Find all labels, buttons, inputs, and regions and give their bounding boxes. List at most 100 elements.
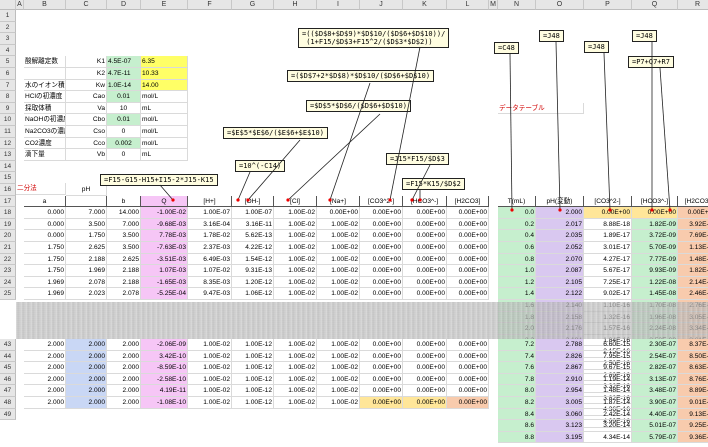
table-cell[interactable]: 2.910 [536,373,584,386]
table-cell[interactable]: 2.052 [536,242,584,254]
bisect-cell[interactable]: 1.00E-02 [188,350,232,363]
bisect-cell[interactable]: 1.20E-12 [232,276,274,289]
bisect-cell[interactable]: 1.00E-02 [317,362,360,374]
table-cell[interactable]: 1.48E-14 [584,385,632,397]
bisect-cell[interactable]: 0.00E+00 [360,207,403,219]
table-cell[interactable]: 1.82E-09 [632,218,678,231]
param-label[interactable]: Na2CO3の濃度 [24,126,66,138]
bisect-cell[interactable]: 0.00E+00 [403,230,447,242]
bisect-cell[interactable]: 1.00E-02 [274,350,317,363]
table-cell[interactable]: 8.88E-18 [584,218,632,231]
bisect-cell[interactable]: 2.625 [107,253,141,266]
row-header-2[interactable]: 2 [0,21,16,34]
param-key[interactable]: K2 [66,68,107,80]
bisect-cell[interactable]: 0.00E+00 [403,397,447,409]
table-cell[interactable]: 4.40E-07 [632,408,678,421]
table-cell[interactable]: 7.2 [498,339,536,351]
bisect-cell[interactable]: 2.188 [107,265,141,277]
table-cell[interactable]: 2.867 [536,362,584,374]
table-cell[interactable]: 7.69E-05 [678,230,708,242]
table-cell[interactable]: 0.8 [498,253,536,266]
bisect-cell[interactable]: 2.000 [66,397,107,409]
bisect-cell[interactable]: 14.000 [107,207,141,219]
bisect-cell[interactable]: 0.00E+00 [447,253,489,266]
bisect-cell[interactable]: 2.000 [107,385,141,397]
table-cell[interactable]: 7.25E-17 [584,276,632,289]
param-label[interactable] [24,68,66,80]
param-right[interactable]: mL [141,149,188,161]
bisect-cell[interactable]: 1.00E-12 [232,339,274,351]
table-cell[interactable]: 2.826 [536,350,584,363]
table-cell[interactable]: 8.37E-04 [678,339,708,351]
column-header-G[interactable]: G [232,0,274,10]
table-cell[interactable]: 3.01E-17 [584,242,632,254]
column-header-I[interactable]: I [317,0,360,10]
row-header-49[interactable]: 49 [0,408,16,421]
bisect-cell[interactable]: 8.35E-03 [188,276,232,289]
bisect-cell[interactable]: 1.00E-02 [274,242,317,254]
param-right[interactable]: mL [141,102,188,115]
bisect-cell[interactable]: 0.00E+00 [360,288,403,300]
table-cell[interactable]: 1.2 [498,276,536,289]
table-cell[interactable]: 5.70E-09 [632,242,678,254]
table-cell[interactable]: 0.6 [498,242,536,254]
table-cell[interactable]: 4.34E-14 [584,431,632,444]
bisect-cell[interactable]: 1.00E-12 [232,362,274,374]
column-header-C[interactable]: C [66,0,107,10]
param-value[interactable]: 0 [107,126,141,138]
param-key[interactable]: Cco [66,137,107,150]
bisect-cell[interactable]: 0.000 [24,207,66,219]
table-cell[interactable]: 8.63E-04 [678,362,708,374]
row-header-23[interactable]: 23 [0,265,16,277]
param-value[interactable]: 4.5E-07 [107,56,141,68]
param-right[interactable]: 14.00 [141,79,188,92]
table-cell[interactable]: 3.90E-07 [632,397,678,409]
title-bisection[interactable]: 二分法 [16,183,66,195]
table-cell[interactable]: 8.6 [498,420,536,432]
bisect-cell[interactable]: 2.000 [66,385,107,397]
param-key[interactable]: Vb [66,149,107,161]
header-q[interactable]: Q [141,195,188,208]
table-cell[interactable]: 8.50E-04 [678,350,708,363]
row-header-3[interactable]: 3 [0,33,16,45]
header-right-co3[interactable]: [CO3^2-] [584,195,632,208]
bisect-cell[interactable]: 1.07E-02 [188,265,232,277]
bisect-cell[interactable]: 3.42E-10 [141,350,188,363]
table-cell[interactable]: 3.13E-07 [632,373,678,386]
table-cell[interactable]: 1.87E-14 [584,397,632,409]
bisect-cell[interactable]: 2.078 [107,288,141,300]
row-header-12[interactable]: 12 [0,137,16,150]
row-header-21[interactable]: 21 [0,242,16,254]
header-hco3[interactable]: [HCO3^-] [403,195,447,208]
bisect-cell[interactable]: 2.000 [107,373,141,386]
param-right[interactable]: mol/L [141,137,188,150]
table-cell[interactable]: 7.6 [498,362,536,374]
bisect-cell[interactable]: -3.51E-03 [141,253,188,266]
bisect-cell[interactable]: 1.00E-12 [232,373,274,386]
bisect-cell[interactable]: 1.00E-02 [188,385,232,397]
table-cell[interactable]: 1.0 [498,265,536,277]
table-cell[interactable]: 8.0 [498,385,536,397]
bisect-cell[interactable]: 1.969 [24,276,66,289]
bisect-cell[interactable]: 1.00E-02 [317,397,360,409]
bisect-cell[interactable]: 1.00E-02 [188,373,232,386]
bisect-cell[interactable]: 3.500 [66,218,107,231]
bisect-cell[interactable]: 0.00E+00 [403,373,447,386]
bisect-cell[interactable]: -2.58E-10 [141,373,188,386]
column-header-J[interactable]: J [360,0,403,10]
bisect-cell[interactable]: 0.00E+00 [447,207,489,219]
bisect-cell[interactable]: 1.00E-02 [274,230,317,242]
param-value[interactable]: 0.01 [107,114,141,126]
row-header-9[interactable]: 9 [0,102,16,115]
table-cell[interactable]: 2.788 [536,339,584,351]
column-header-L[interactable]: L [447,0,489,10]
bisect-cell[interactable]: 1.00E-02 [274,288,317,300]
row-header-47[interactable]: 47 [0,385,16,397]
param-key[interactable]: Cao [66,91,107,103]
bisect-cell[interactable]: 2.000 [24,350,66,363]
header-h[interactable]: [H+] [188,195,232,208]
column-header-B[interactable]: B [24,0,66,10]
column-header-F[interactable]: F [188,0,232,10]
table-cell[interactable]: 9.36E-04 [678,431,708,444]
bisect-cell[interactable]: 1.00E-02 [317,265,360,277]
